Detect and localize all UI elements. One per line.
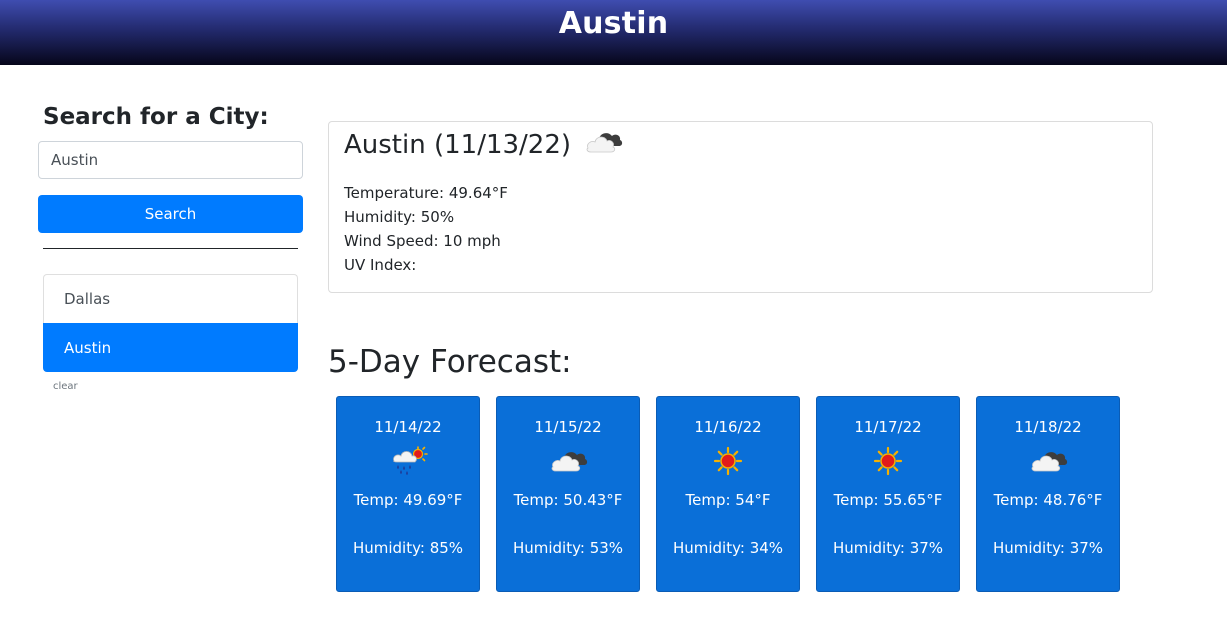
page-title: Austin bbox=[558, 6, 669, 41]
forecast-card: 11/15/22 Temp: 50.43°F Humidity: 53% bbox=[496, 396, 640, 592]
sun-icon bbox=[868, 446, 908, 476]
forecast-humidity: Humidity: 37% bbox=[992, 539, 1104, 557]
sun-icon bbox=[708, 446, 748, 476]
forecast-temp: Temp: 54°F bbox=[685, 491, 771, 509]
broken-clouds-icon bbox=[583, 127, 625, 167]
clear-history-link[interactable]: clear bbox=[53, 381, 78, 392]
broken-clouds-icon bbox=[1028, 446, 1068, 476]
forecast-date: 11/17/22 bbox=[854, 418, 922, 436]
forecast-temp: Temp: 50.43°F bbox=[513, 491, 623, 509]
current-weather-title: Austin (11/13/22) bbox=[344, 127, 625, 167]
rain-sun-icon bbox=[388, 446, 428, 476]
forecast-date: 11/16/22 bbox=[694, 418, 762, 436]
history-item-dallas[interactable]: Dallas bbox=[43, 274, 298, 323]
divider bbox=[43, 248, 298, 249]
forecast-humidity: Humidity: 53% bbox=[512, 539, 624, 557]
current-temperature: Temperature: 49.64°F bbox=[344, 184, 508, 202]
forecast-card: 11/18/22 Temp: 48.76°F Humidity: 37% bbox=[976, 396, 1120, 592]
current-humidity: Humidity: 50% bbox=[344, 208, 455, 226]
current-weather-card: Austin (11/13/22) Temperature: 49.64°F H… bbox=[328, 121, 1153, 293]
forecast-heading: 5-Day Forecast: bbox=[328, 344, 572, 380]
city-search-input[interactable] bbox=[38, 141, 303, 179]
forecast-humidity: Humidity: 37% bbox=[832, 539, 944, 557]
forecast-temp: Temp: 55.65°F bbox=[833, 491, 943, 509]
current-wind-speed: Wind Speed: 10 mph bbox=[344, 232, 501, 250]
broken-clouds-icon bbox=[548, 446, 588, 476]
forecast-humidity: Humidity: 34% bbox=[672, 539, 784, 557]
forecast-card: 11/16/22 Temp: 54°F Humidity: 34% bbox=[656, 396, 800, 592]
forecast-card: 11/17/22 Temp: 55.65°F Humidity: 37% bbox=[816, 396, 960, 592]
search-button[interactable]: Search bbox=[38, 195, 303, 233]
forecast-card: 11/14/22 Temp: 49.69°F Humidity: 85% bbox=[336, 396, 480, 592]
forecast-humidity: Humidity: 85% bbox=[352, 539, 464, 557]
forecast-date: 11/14/22 bbox=[374, 418, 442, 436]
current-city-date: Austin (11/13/22) bbox=[344, 130, 572, 160]
forecast-date: 11/18/22 bbox=[1014, 418, 1082, 436]
search-heading: Search for a City: bbox=[43, 104, 269, 130]
history-item-austin[interactable]: Austin bbox=[43, 323, 298, 372]
forecast-date: 11/15/22 bbox=[534, 418, 602, 436]
page-header: Austin bbox=[0, 0, 1227, 65]
current-uv-index: UV Index: bbox=[344, 256, 417, 274]
forecast-temp: Temp: 49.69°F bbox=[353, 491, 463, 509]
forecast-temp: Temp: 48.76°F bbox=[993, 491, 1103, 509]
search-history-list: Dallas Austin bbox=[43, 274, 298, 372]
